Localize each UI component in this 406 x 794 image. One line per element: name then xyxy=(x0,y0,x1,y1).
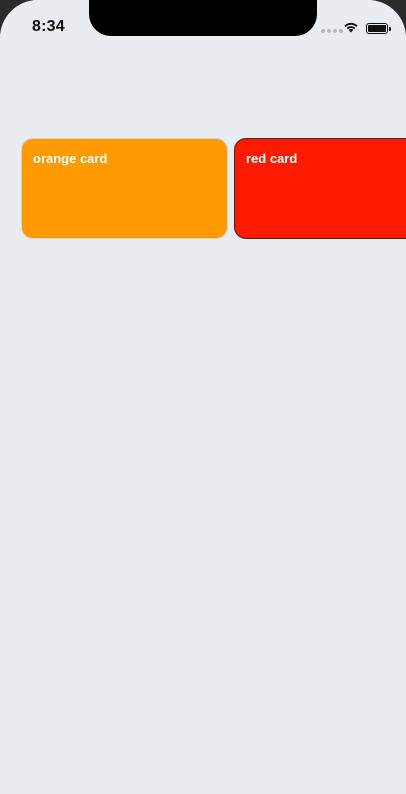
orange-card-label: orange card xyxy=(33,151,108,166)
status-time: 8:34 xyxy=(32,18,65,35)
card-carousel[interactable]: orange card red card xyxy=(0,138,406,240)
battery-icon xyxy=(366,23,391,34)
red-card[interactable]: red card xyxy=(234,138,406,239)
orange-card[interactable]: orange card xyxy=(21,138,228,239)
signal-icon xyxy=(321,29,343,33)
wifi-icon xyxy=(344,22,358,33)
app-screen: 8:34 orange card red card xyxy=(0,0,406,794)
device-frame: 8:34 orange card red card xyxy=(0,0,406,794)
notch xyxy=(89,0,317,36)
red-card-label: red card xyxy=(246,151,298,166)
